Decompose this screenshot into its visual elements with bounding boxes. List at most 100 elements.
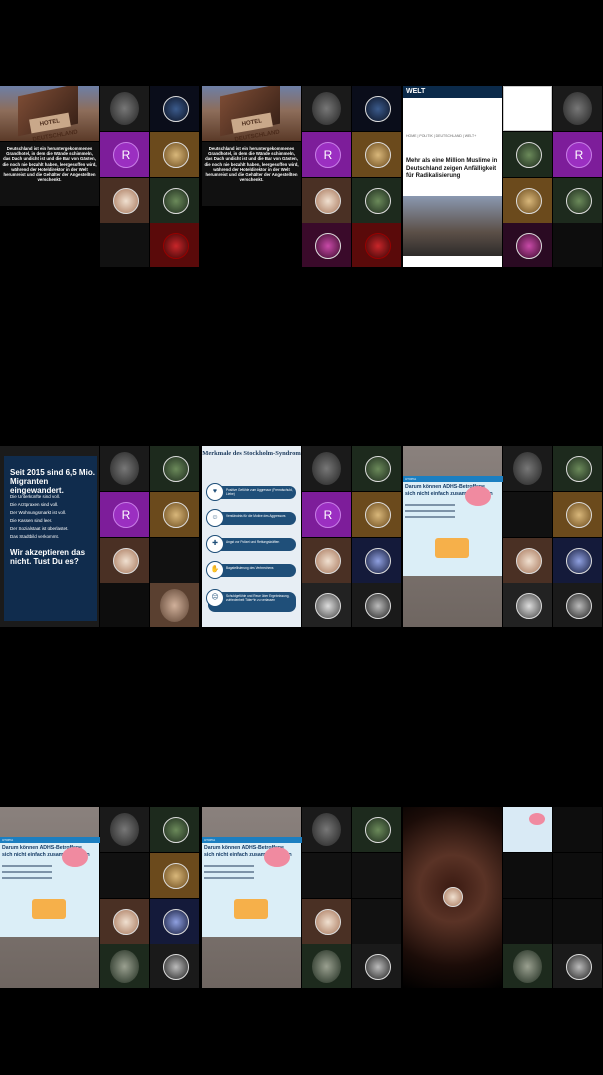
participant-tile[interactable] [150,492,199,537]
shared-post-adhs[interactable]: UTOPIA Darum können ADHS-Betroffene sich… [403,446,504,627]
participant-tile[interactable] [302,853,351,898]
participant-tile[interactable] [503,944,552,988]
participant-tile[interactable] [302,583,351,627]
call-grid-cell-7: UTOPIA Darum können ADHS-Betroffene sich… [0,807,200,988]
avatar-letter: R [113,142,139,168]
participant-tile[interactable] [100,583,149,627]
avatar [163,233,189,259]
call-grid-cell-1: HOTEL DEUTSCHLAND Deutschland ist ein he… [0,86,200,267]
avatar [516,188,542,214]
participant-tile[interactable] [553,86,602,131]
participant-tile[interactable] [100,853,149,898]
participant-tile[interactable] [100,538,149,583]
participant-tile[interactable] [553,583,602,627]
participant-tile[interactable] [150,178,199,223]
participant-tile[interactable] [503,492,552,537]
participant-tile[interactable] [553,853,602,898]
participant-tile[interactable] [150,583,199,627]
participant-tile[interactable] [150,944,199,988]
participant-tile[interactable] [150,446,199,491]
participant-tile[interactable] [100,944,149,988]
participant-tile[interactable] [100,178,149,223]
participant-tile[interactable] [503,899,552,944]
participant-tile[interactable] [553,492,602,537]
participant-tile[interactable] [503,853,552,898]
welt-logo: WELT [403,86,502,98]
participant-tile[interactable] [503,132,552,177]
participant-tile[interactable] [150,807,199,852]
participant-tile[interactable] [302,807,351,852]
participant-tile[interactable] [352,807,401,852]
avatar [365,142,391,168]
shared-post-adhs[interactable]: UTOPIA Darum können ADHS-Betroffene sich… [0,807,101,988]
avatar [365,954,391,980]
participant-tile[interactable] [352,178,401,223]
participant-tile[interactable] [100,446,149,491]
avatar-letter: R [566,142,592,168]
migranten-item: Das Stadtbild verkommt. [10,534,60,539]
sad-face-icon: ☹ [206,589,224,607]
participant-tile[interactable]: R [553,132,602,177]
participant-tile[interactable] [302,178,351,223]
shared-post-adhs[interactable]: UTOPIA Darum können ADHS-Betroffene sich… [202,807,303,988]
participant-tile[interactable] [100,899,149,944]
participant-tile[interactable] [302,86,351,131]
participant-tile[interactable] [553,223,602,267]
face-image [110,813,139,846]
participant-tile[interactable] [352,853,401,898]
participant-tile[interactable] [503,538,552,583]
participant-tile[interactable] [503,223,552,267]
participant-tile[interactable] [150,538,199,583]
participant-tile[interactable] [553,807,602,852]
participant-tile[interactable] [100,223,149,267]
participant-tile[interactable] [150,853,199,898]
avatar [163,142,189,168]
participant-tile[interactable]: R [302,132,351,177]
participant-tile[interactable] [352,583,401,627]
participant-tile[interactable] [503,807,552,852]
participant-tile[interactable] [553,944,602,988]
participant-tile[interactable] [503,583,552,627]
participant-tile[interactable] [100,807,149,852]
avatar [163,502,189,528]
participant-tile[interactable] [352,223,401,267]
participant-tile[interactable] [352,899,401,944]
participant-tile[interactable] [503,446,552,491]
shared-post-stockholm[interactable]: Merkmale des Stockholm-Syndrom ♥ Positive… [202,446,301,627]
shared-post-hotel[interactable]: HOTEL DEUTSCHLAND Deutschland ist ein he… [0,86,99,267]
participant-tile[interactable] [352,492,401,537]
shared-post-welt-article[interactable]: WELT HOME | POLITIK | DEUTSCHLAND | WELT… [403,86,502,267]
avatar [113,548,139,574]
participant-tile[interactable] [302,944,351,988]
participant-tile[interactable] [302,899,351,944]
participant-tile[interactable] [352,86,401,131]
participant-video-large[interactable] [403,807,502,988]
stockholm-item-text: Angst vor Polizei und Rettungskräften [226,540,280,544]
participant-tile[interactable] [352,132,401,177]
participant-tile[interactable] [503,178,552,223]
participant-tile[interactable] [302,446,351,491]
participant-tile[interactable] [150,223,199,267]
participant-tile[interactable] [553,538,602,583]
participant-tile[interactable] [302,538,351,583]
participant-tile[interactable] [150,86,199,131]
participant-tile[interactable] [352,446,401,491]
text-line [405,516,455,518]
participant-tile[interactable] [352,538,401,583]
participant-tile[interactable] [302,223,351,267]
participant-tile[interactable] [150,132,199,177]
participant-tile[interactable] [553,899,602,944]
participant-tile[interactable] [553,178,602,223]
participant-tile[interactable]: R [100,132,149,177]
participant-tile[interactable] [352,944,401,988]
participant-tile[interactable] [150,899,199,944]
shared-post-migranten[interactable]: Seit 2015 sind 6,5 Mio. Migranten eingew… [0,446,99,627]
participant-tile[interactable] [100,86,149,131]
participant-tile[interactable] [553,446,602,491]
police-icon: ✚ [206,535,224,553]
shared-post-hotel[interactable]: HOTEL DEUTSCHLAND Deutschland ist ein he… [202,86,301,267]
participant-tile[interactable] [503,86,552,131]
migranten-item: Die Arztpraxen sind voll. [10,502,59,507]
participant-tile[interactable]: R [100,492,149,537]
participant-tile[interactable]: R [302,492,351,537]
